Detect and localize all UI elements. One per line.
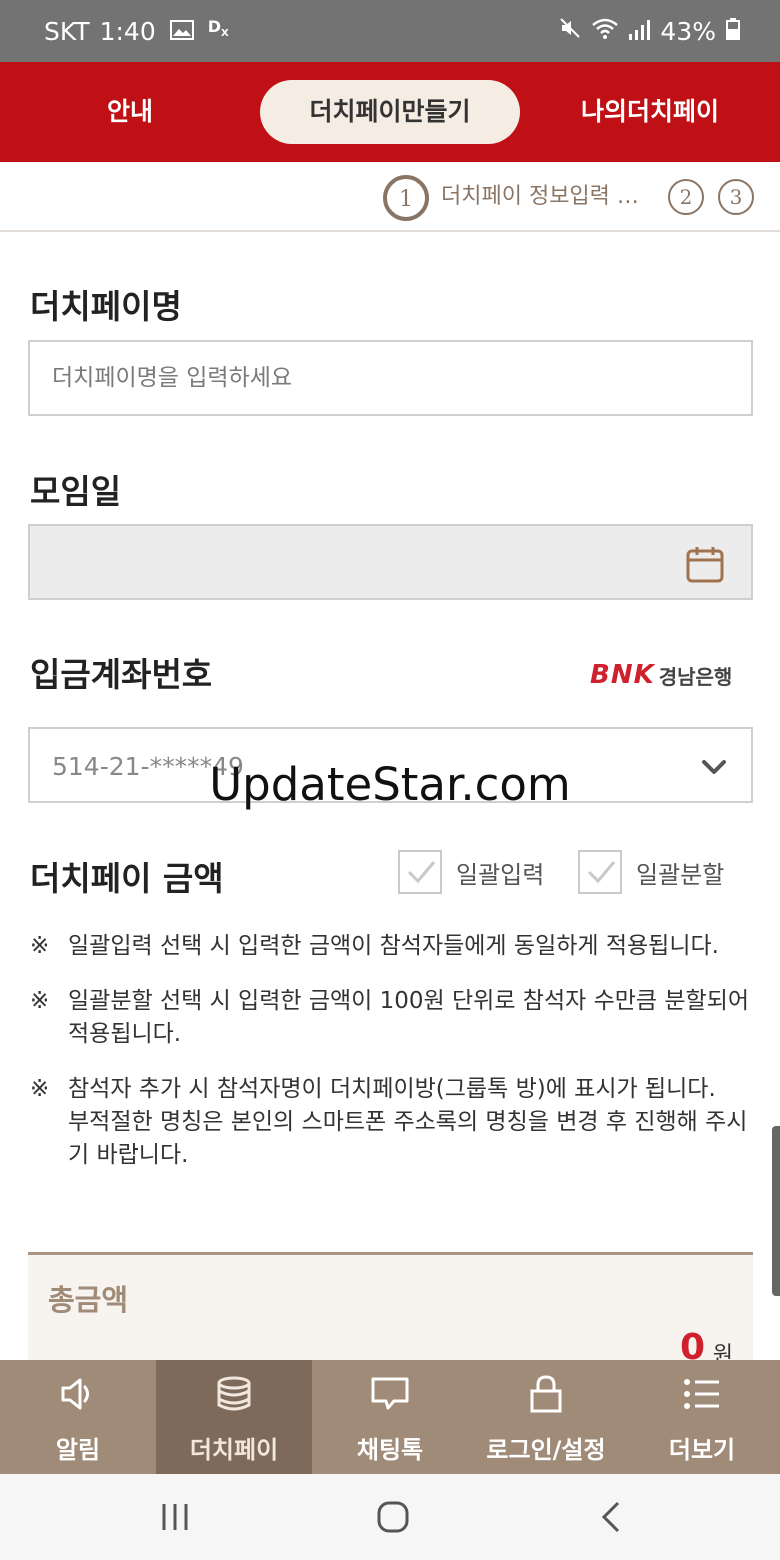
nav-item-alarm[interactable]: 알림 <box>0 1360 156 1474</box>
nav-item-more[interactable]: 더보기 <box>624 1360 780 1474</box>
checkbox-icon[interactable] <box>398 850 442 894</box>
chat-bubble-icon <box>371 1377 409 1410</box>
nav-label-login-settings: 로그인/설정 <box>486 1436 606 1464</box>
nav-item-dutchpay[interactable]: 더치페이 <box>156 1360 312 1474</box>
meeting-date-field[interactable] <box>28 524 753 600</box>
reference-mark: ※ <box>30 988 50 1014</box>
wifi-icon <box>592 17 619 46</box>
total-amount-panel: 총금액 0 원 <box>28 1252 753 1368</box>
status-right: 43% <box>548 0 740 62</box>
notice-list: ※ 일괄입력 선택 시 입력한 금액이 참석자들에게 동일하게 적용됩니다. ※… <box>30 930 755 1194</box>
total-amount-label: 총금액 <box>48 1283 129 1317</box>
carrier-label: SKT <box>44 16 90 46</box>
account-select[interactable]: 514-21-*****49 <box>28 727 753 803</box>
notice-item: ※ 일괄분할 선택 시 입력한 금액이 100원 단위로 참석자 수만큼 분할되… <box>30 985 755 1051</box>
nav-label-alarm: 알림 <box>55 1436 101 1464</box>
notice-text: 참석자 추가 시 참석자명이 더치페이방(그룹톡 방)에 표시가 됩니다. <box>68 1076 716 1102</box>
deposit-account-title: 입금계좌번호 <box>30 655 213 694</box>
notice-text: 일괄분할 선택 시 입력한 금액이 100원 단위로 참석자 수만큼 분할되어 … <box>68 988 750 1047</box>
step-2-circle: 2 <box>668 179 704 215</box>
home-icon[interactable] <box>376 1500 410 1538</box>
bottom-nav-bar: 알림 더치페이 채팅톡 로그인/설정 더보기 <box>0 1360 780 1474</box>
nav-label-dutchpay: 더치페이 <box>189 1436 279 1464</box>
lock-icon <box>530 1375 562 1413</box>
account-value: 514-21-*****49 <box>52 752 244 781</box>
dutchpay-name-input[interactable] <box>30 342 751 414</box>
top-tab-bar: 안내 더치페이만들기 나의더치페이 <box>0 62 780 162</box>
status-bar: SKT 1:40 DX 43% <box>0 0 780 62</box>
nav-item-login-settings[interactable]: 로그인/설정 <box>468 1360 624 1474</box>
scrollbar-handle[interactable] <box>772 1126 780 1296</box>
dutchpay-amount-title: 더치페이 금액 <box>30 859 224 898</box>
mute-icon <box>558 16 582 46</box>
back-icon[interactable] <box>598 1500 624 1538</box>
coins-icon <box>217 1376 251 1411</box>
meeting-date-title: 모임일 <box>30 472 122 511</box>
chevron-down-icon[interactable] <box>699 755 729 779</box>
image-icon <box>169 17 194 46</box>
reference-mark: ※ <box>30 933 50 959</box>
bank-name-label: 경남은행 <box>658 664 733 689</box>
notice-item: ※ 참석자 추가 시 참석자명이 더치페이방(그룹톡 방)에 표시가 됩니다. … <box>30 1073 755 1172</box>
clock-label: 1:40 <box>99 16 156 46</box>
step-1-circle: 1 <box>383 175 429 221</box>
bulk-input-label: 일괄입력 <box>456 860 545 889</box>
step-1-label: 더치페이 정보입력 … <box>441 184 639 209</box>
battery-icon <box>726 17 740 46</box>
bulk-split-label: 일괄분할 <box>636 860 725 889</box>
status-left: SKT 1:40 DX <box>44 0 229 62</box>
reference-mark: ※ <box>30 1076 50 1102</box>
tab-my-dutchpay[interactable]: 나의더치페이 <box>550 80 750 144</box>
system-nav-bar <box>0 1474 780 1560</box>
step-3-circle: 3 <box>718 179 754 215</box>
calendar-icon[interactable] <box>685 544 725 584</box>
step-indicator: 1 더치페이 정보입력 … 2 3 <box>0 162 780 232</box>
menu-list-icon <box>684 1379 719 1409</box>
checkbox-icon[interactable] <box>578 850 622 894</box>
notice-text: 일괄입력 선택 시 입력한 금액이 참석자들에게 동일하게 적용됩니다. <box>68 933 719 959</box>
dutchpay-name-title: 더치페이명 <box>30 287 182 326</box>
bulk-split-checkbox[interactable]: 일괄분할 <box>578 847 724 897</box>
nav-label-more: 더보기 <box>668 1436 736 1464</box>
battery-label: 43% <box>660 16 716 46</box>
notice-item: ※ 일괄입력 선택 시 입력한 금액이 참석자들에게 동일하게 적용됩니다. <box>30 930 755 963</box>
tab-guide[interactable]: 안내 <box>40 80 220 144</box>
notice-text: 부적절한 명칭은 본인의 스마트폰 주소록의 명칭을 변경 후 진행해 주시기 … <box>68 1109 748 1168</box>
tab-create-dutchpay[interactable]: 더치페이만들기 <box>260 80 520 144</box>
nav-label-chat: 채팅톡 <box>356 1436 424 1464</box>
nav-item-chat[interactable]: 채팅톡 <box>312 1360 468 1474</box>
speaker-icon <box>61 1378 89 1410</box>
volte-icon: DX <box>207 17 229 40</box>
recent-apps-icon[interactable] <box>160 1500 190 1538</box>
dutchpay-name-field <box>28 340 753 416</box>
signal-icon <box>628 17 651 46</box>
bank-brand-logo: BNK <box>590 660 655 690</box>
bulk-input-checkbox[interactable]: 일괄입력 <box>398 847 544 897</box>
bank-logo: BNK 경남은행 <box>590 655 732 695</box>
